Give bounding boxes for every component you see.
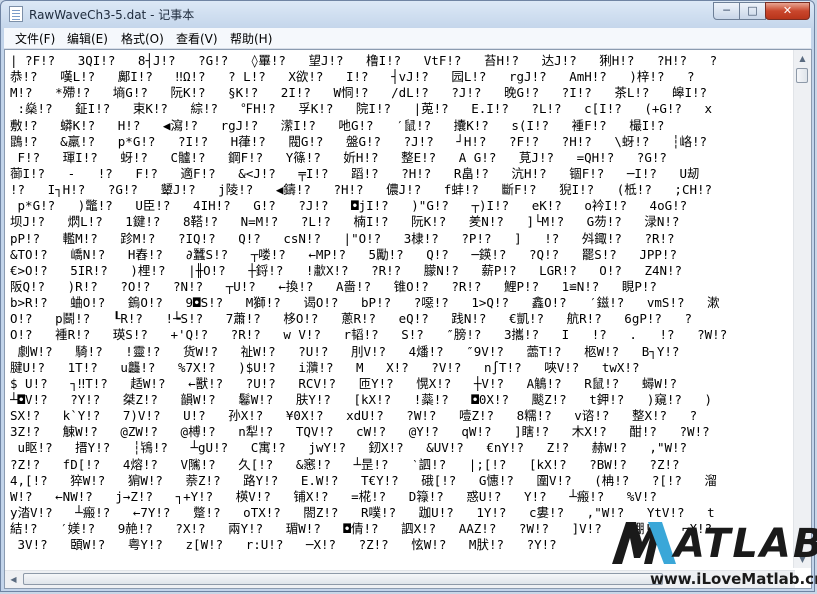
window-title: RawWaveCh3-5.dat - 记事本 [29, 8, 195, 22]
text-line: u眍!? 搢Y!? ┆鴇!? ┴gU!? C寓!? jwY!? 釰X!? &UV… [10, 440, 688, 456]
text-editor[interactable]: | ?F!? 3QI!? 8┤J!? ?G!? ◊罼!? 望J!? 橹I!? V… [4, 49, 812, 589]
text-line: 3Z!? 觫W!? @ZW!? @榑!? n犁!? TQV!? cW!? @Y!… [10, 424, 710, 440]
horizontal-scroll-thumb[interactable] [23, 573, 663, 585]
text-content[interactable]: | ?F!? 3QI!? 8┤J!? ?G!? ◊罼!? 望J!? 橹I!? V… [10, 53, 795, 568]
title-bar[interactable]: RawWaveCh3-5.dat - 记事本 ─ □ ✕ [1, 1, 814, 27]
matlab-logo-icon [612, 522, 676, 564]
text-line: 腱U!? 1T!? u龘!? %7X!? )$U!? i濻!? M X!? ?V… [10, 359, 640, 375]
menu-help[interactable]: 帮助(H) [230, 30, 272, 47]
text-line: €>O!? 5IR!? )梩!? |╫O!? ┼鋝!? !歗X!? ?R!? 朦… [10, 262, 683, 278]
close-button[interactable]: ✕ [765, 2, 810, 20]
scroll-left-arrow-icon[interactable]: ◀ [5, 571, 22, 588]
text-line: $ U!? ┐‼T!? 趏W!? ←獸!? ?U!? RCV!? 匝Y!? 愰X… [10, 375, 677, 391]
text-line: ?Z!? fD[!? 4熔!? V隲!? 久[!? &窸!? ┴昰!? ‵訵!?… [10, 456, 680, 472]
menu-edit[interactable]: 编辑(E) [67, 30, 108, 47]
watermark-logo-text: ATLAB [674, 521, 817, 567]
text-line: M!? *殢!? 墒G!? 阮K!? §K!? 2I!? W恫!? /dL!? … [10, 85, 708, 101]
text-line: 恭!? 嘆L!? 鄺I!? ‼Ω!? ? L!? X欲!? I!? ┤vJ!? … [10, 69, 695, 85]
scroll-up-arrow-icon[interactable]: ▲ [794, 50, 811, 67]
menu-format[interactable]: 格式(O) [121, 30, 164, 47]
text-line: | ?F!? 3QI!? 8┤J!? ?G!? ◊罼!? 望J!? 橹I!? V… [10, 53, 718, 68]
text-line: &TO!? 嶠N!? H舂!? ∂蠶S!? ┬喽!? ←MP!? 5勵!? Q!… [10, 246, 677, 262]
matlab-watermark: ATLAB www.iLoveMatlab.cn [610, 520, 817, 592]
vertical-scrollbar[interactable]: ▲ ▼ [793, 50, 811, 568]
text-line: p*G!? )鼈!? U臣!? 4IH!? G!? ?J!? ◘jI!? )"G… [10, 198, 688, 214]
text-line: ┴◘V!? ?Y!? 桀Z!? 韻W!? 鬈W!? 肤Y!? [kX!? !蘂!… [10, 391, 713, 407]
menu-view[interactable]: 查看(V) [176, 30, 218, 47]
text-line: !? I┐H!? ?G!? 顰J!? j陵!? ◀鑄!? ?H!? 儂J!? f… [10, 182, 713, 198]
text-line: W!? ←NW!? j→Z!? ┐+Y!? 楧V!? 铺X!? =椛!? D簶!… [10, 488, 657, 504]
text-line: SX!? k`Y!? 7)V!? U!? 孙X!? ¥0X!? xdU!? ?W… [10, 408, 698, 424]
text-line: 4,[!? 猝W!? 猏W!? 萘Z!? 路Y!? E.W!? T€Y!? 硪[… [10, 472, 718, 488]
vertical-scroll-thumb[interactable] [796, 68, 808, 83]
text-line: O!? p鬬!? ┖R!? !┶S!? 7蕭!? 栘O!? 蔥R!? eQ!? … [10, 311, 693, 327]
watermark-url: www.iLoveMatlab.cn [650, 570, 817, 588]
text-line: b>R!? 蛐O!? 鎢O!? 9◘S!? M獅!? 谒O!? bP!? ?噁!… [10, 295, 720, 311]
text-line: 鵾!? &羸!? p*G!? ?I!? H葎!? 閥G!? 盤G!? ?J!? … [10, 133, 708, 149]
notepad-window: RawWaveCh3-5.dat - 记事本 ─ □ ✕ 文件(F) 编辑(E)… [0, 0, 815, 592]
text-line: 蓹I!? - !? F!? 適F!? &<J!? ╤I!? 蹈!? ?H!? R… [10, 165, 700, 181]
menu-bar: 文件(F) 编辑(E) 格式(O) 查看(V) 帮助(H) [4, 28, 811, 49]
text-line: y涾V!? ┴瘢!? ←7Y!? 蹩!? oTX!? 閤Z!? R噗!? 跏U!… [10, 504, 715, 520]
text-line: F!? 琿I!? 蚜!? C髗!? 鋼F!? Y篠!? 妡H!? 整E!? A … [10, 149, 667, 165]
menu-file[interactable]: 文件(F) [15, 30, 55, 47]
text-line: 坝J!? 熌L!? 1鍵!? 8鞳!? N=M!? ?L!? 楠I!? 阮K!?… [10, 214, 680, 230]
notepad-icon[interactable] [9, 6, 23, 22]
text-line: O!? 褈R!? 瑛S!? +'Q!? ?R!? w V!? r韬!? S!? … [10, 327, 728, 343]
text-line: pP!? 轞M!? 跈M!? ?IQ!? Q!? csN!? |"O!? 3棣!… [10, 230, 675, 246]
text-line: 敷!? 蟒K!? H!? ◀瀉!? rgJ!? 潆I!? 吔G!? ′鼠!? 攮… [10, 117, 665, 133]
minimize-button[interactable]: ─ [713, 2, 740, 20]
text-line: 阪Q!? )R!? ?O!? ?N!? ┬U!? ←換!? A嗇!? 锥O!? … [10, 278, 657, 294]
maximize-button[interactable]: □ [739, 2, 766, 20]
text-line: :燊!? 鉦I!? 束K!? 綜!? ℉H!? 孚K!? 院I!? |莵!? E… [10, 101, 713, 117]
text-line: 劇W!? 騎!? !靈!? 货W!? 祉W!? ?U!? 刖V!? 4燔!? ″… [10, 343, 680, 359]
